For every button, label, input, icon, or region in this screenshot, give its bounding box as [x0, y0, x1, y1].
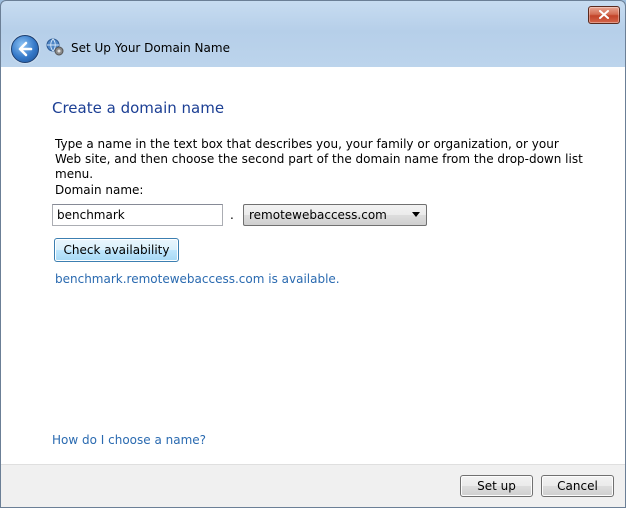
- availability-message: benchmark.remotewebaccess.com is availab…: [55, 272, 340, 286]
- chevron-down-icon: [412, 212, 420, 217]
- domain-name-input[interactable]: [52, 204, 223, 226]
- help-link[interactable]: How do I choose a name?: [52, 433, 206, 447]
- close-icon: [599, 10, 609, 19]
- check-availability-button[interactable]: Check availability: [54, 238, 179, 262]
- page-heading: Create a domain name: [52, 99, 225, 117]
- domain-suffix-dropdown[interactable]: remotewebaccess.com: [243, 204, 427, 226]
- title-bar: [1, 1, 625, 31]
- domain-name-label: Domain name:: [55, 183, 144, 197]
- back-button[interactable]: [11, 35, 39, 63]
- instructions-text: Type a name in the text box that describ…: [55, 137, 583, 181]
- wizard-header: Set Up Your Domain Name: [1, 31, 625, 67]
- domain-globe-icon: [46, 38, 64, 56]
- wizard-content: Create a domain name Type a name in the …: [1, 67, 625, 464]
- domain-separator: .: [230, 208, 234, 222]
- set-up-button[interactable]: Set up: [460, 475, 533, 497]
- wizard-window: Set Up Your Domain Name Create a domain …: [0, 0, 626, 508]
- close-button[interactable]: [588, 6, 620, 24]
- wizard-title: Set Up Your Domain Name: [71, 41, 230, 55]
- back-arrow-icon: [18, 41, 33, 57]
- wizard-footer: Set up Cancel: [1, 464, 625, 507]
- cancel-button[interactable]: Cancel: [541, 475, 614, 497]
- domain-suffix-value: remotewebaccess.com: [249, 208, 387, 222]
